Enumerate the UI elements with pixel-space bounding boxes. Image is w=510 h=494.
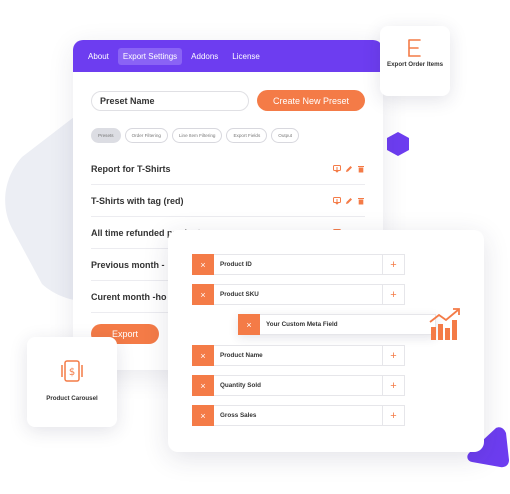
filter-tab-export-fields[interactable]: Export Fields <box>226 128 268 143</box>
filter-tab-line-item-filtering[interactable]: Line Item Filtering <box>171 128 223 143</box>
filter-tab-output[interactable]: Output <box>271 128 300 143</box>
remove-field-button[interactable]: × <box>192 345 214 366</box>
tab-addons[interactable]: Addons <box>186 48 223 65</box>
product-carousel-card: $ Product Carousel <box>27 337 117 427</box>
preset-item-name: Report for T-Shirts <box>91 163 171 174</box>
remove-field-button[interactable]: × <box>192 284 214 305</box>
tab-license[interactable]: License <box>227 48 265 65</box>
preset-item-name: T-Shirts with tag (red) <box>91 195 184 206</box>
filter-tabs: Presets Order Filtering Line Item Filter… <box>73 111 383 143</box>
field-label: Product SKU <box>214 284 382 305</box>
trash-icon[interactable] <box>357 165 365 173</box>
export-order-items-label: Export Order Items <box>386 61 444 68</box>
tab-about[interactable]: About <box>83 48 114 65</box>
drag-handle-icon[interactable]: + <box>382 405 405 426</box>
field-row-product-name[interactable]: × Product Name + <box>192 345 405 366</box>
drag-handle-icon[interactable]: + <box>382 375 405 396</box>
field-row-gross-sales[interactable]: × Gross Sales + <box>192 405 405 426</box>
field-row-quantity-sold[interactable]: × Quantity Sold + <box>192 375 405 396</box>
growth-chart-icon <box>429 308 460 340</box>
svg-text:$: $ <box>69 367 75 378</box>
filter-tab-order-filtering[interactable]: Order Filtering <box>124 128 168 143</box>
hexagon-decoration <box>387 132 409 156</box>
export-order-items-card: Export Order Items <box>380 26 450 96</box>
field-label: Gross Sales <box>214 405 382 426</box>
edit-icon[interactable] <box>345 165 353 173</box>
field-label: Product ID <box>214 254 382 275</box>
remove-field-button[interactable]: × <box>192 375 214 396</box>
drag-handle-icon[interactable]: + <box>382 254 405 275</box>
trash-icon[interactable] <box>357 197 365 205</box>
preset-name-input[interactable] <box>91 90 249 111</box>
field-label: Product Name <box>214 345 382 366</box>
field-row-product-sku[interactable]: × Product SKU + <box>192 284 405 305</box>
field-row-custom-meta[interactable]: × Your Custom Meta Field <box>238 314 436 335</box>
remove-field-button[interactable]: × <box>192 254 214 275</box>
preset-row: Create New Preset <box>73 72 383 111</box>
drag-handle-icon[interactable]: + <box>382 284 405 305</box>
edit-icon[interactable] <box>345 197 353 205</box>
drag-handle-icon[interactable]: + <box>382 345 405 366</box>
tab-export-settings[interactable]: Export Settings <box>117 47 183 65</box>
nav-bar: About Export Settings Addons License <box>73 40 383 72</box>
preset-item[interactable]: Report for T-Shirts <box>91 153 365 185</box>
preset-item[interactable]: T-Shirts with tag (red) <box>91 185 365 217</box>
download-icon[interactable] <box>333 196 341 205</box>
remove-field-button[interactable]: × <box>192 405 214 426</box>
download-icon[interactable] <box>333 164 341 173</box>
field-label: Quantity Sold <box>214 375 382 396</box>
export-document-icon <box>408 39 421 57</box>
field-label: Your Custom Meta Field <box>260 314 436 335</box>
carousel-icon: $ <box>61 360 83 382</box>
preset-item-name: Curent month -ho <box>91 291 167 302</box>
create-new-preset-button[interactable]: Create New Preset <box>257 90 365 111</box>
filter-tab-presets[interactable]: Presets <box>91 128 121 143</box>
remove-field-button[interactable]: × <box>238 314 260 335</box>
product-carousel-label: Product Carousel <box>46 395 98 402</box>
preset-item-name: Previous month - <box>91 259 165 270</box>
field-row-product-id[interactable]: × Product ID + <box>192 254 405 275</box>
